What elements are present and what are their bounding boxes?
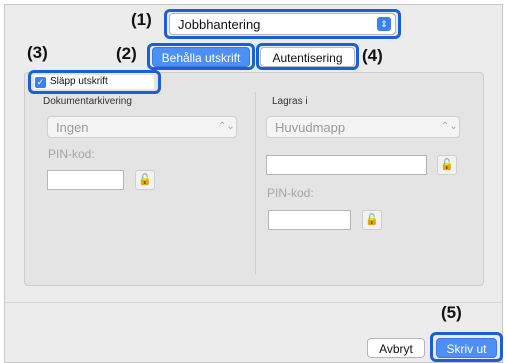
lock-icon: 🔓 [135,170,155,190]
print-button[interactable]: Skriv ut [436,338,497,358]
release-print-label: Släpp utskrift [50,76,108,87]
tab-autentisering[interactable]: Autentisering [260,47,355,67]
up-down-chevron-icon: ⇕ [377,17,391,31]
left-pin-label: PIN-kod: [48,147,95,161]
left-pin-field [47,170,124,190]
right-pin-label: PIN-kod: [267,186,314,200]
up-down-chevron-icon: ⌃⌄ [218,121,235,132]
up-down-chevron-icon: ⌃⌄ [441,121,458,132]
right-pin-field [268,210,351,230]
callout-4: (4) [362,46,383,65]
footer-separator [4,302,503,303]
lock-icon: 🔓 [362,210,382,230]
cancel-button[interactable]: Avbryt [367,338,425,358]
callout-2: (2) [116,44,137,63]
callout-3: (3) [27,43,48,62]
document-archiving-title: Dokumentarkivering [43,96,132,107]
lock-icon: 🔓 [437,155,457,175]
job-handling-value: Jobbhantering [178,17,261,32]
job-handling-popup[interactable]: Jobbhantering ⇕ [169,13,396,35]
callout-1: (1) [131,10,152,29]
document-archiving-value: Ingen [56,120,89,135]
stored-in-popup: Huvudmapp ⌃⌄ [266,116,460,138]
release-print-checkbox-row[interactable]: ✓ Släpp utskrift [34,75,154,89]
tab-behalla-utskrift[interactable]: Behålla utskrift [152,47,250,67]
section-divider [255,92,256,274]
folder-name-field [266,155,427,175]
stored-in-value: Huvudmapp [275,120,346,135]
stored-in-title: Lagras i [272,96,308,107]
callout-5: (5) [441,303,462,322]
document-archiving-popup: Ingen ⌃⌄ [47,116,237,138]
checkbox-checked-icon: ✓ [35,77,46,88]
